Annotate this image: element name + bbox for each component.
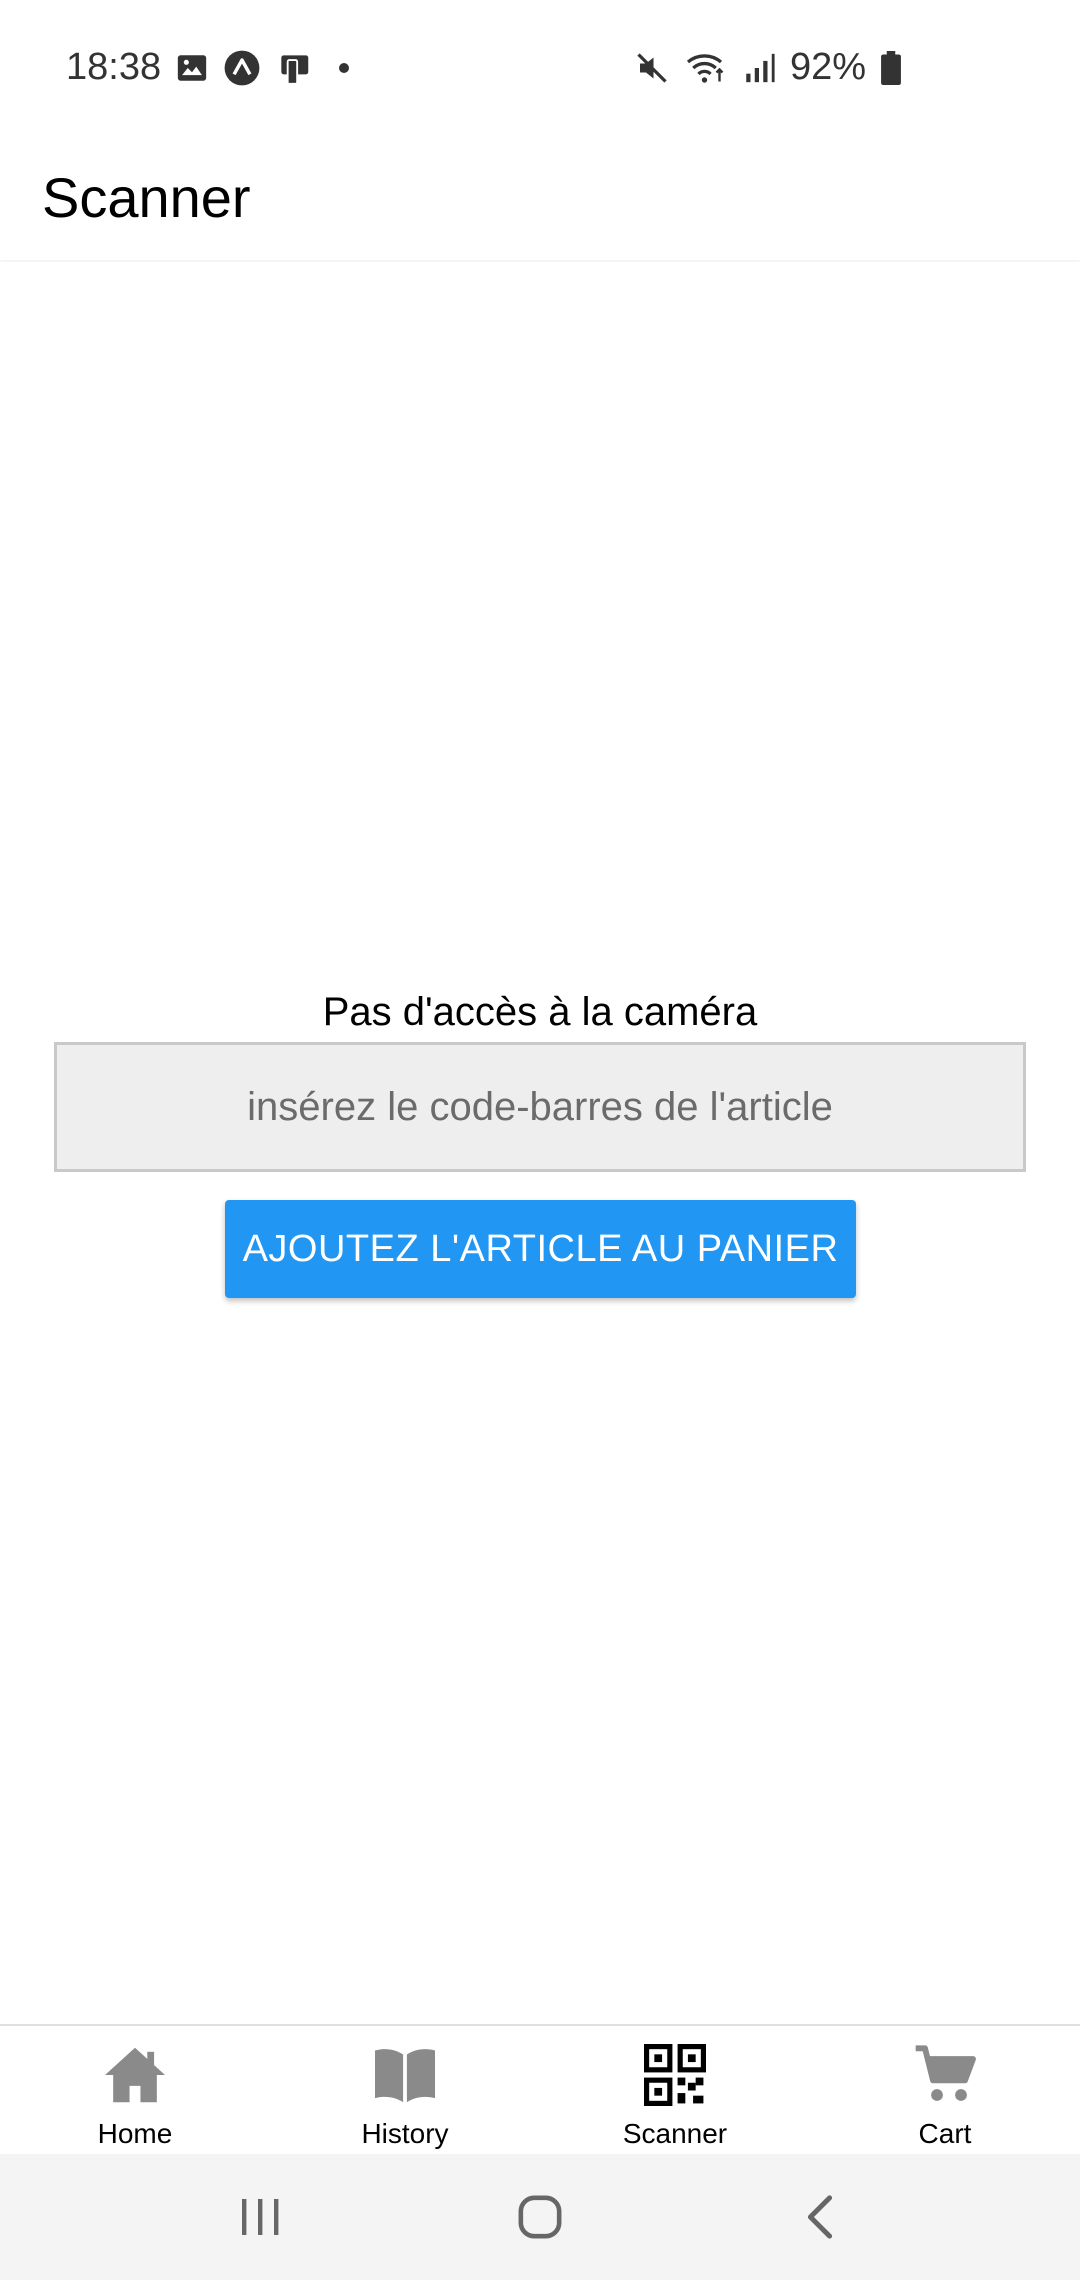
expo-icon	[223, 49, 261, 87]
tab-home[interactable]: Home	[0, 2026, 270, 2154]
add-to-cart-button[interactable]: AJOUTEZ L'ARTICLE AU PANIER	[225, 1200, 856, 1298]
camera-access-message: Pas d'accès à la caméra	[322, 990, 758, 1034]
battery-icon	[880, 50, 902, 85]
tab-label: History	[361, 2118, 449, 2149]
scanner-content: Pas d'accès à la caméra AJOUTEZ L'ARTICL…	[0, 262, 1080, 2024]
app-bar: Scanner	[0, 135, 1080, 260]
home-button[interactable]	[500, 2177, 580, 2257]
wifi-icon	[684, 50, 728, 86]
back-button[interactable]	[780, 2177, 860, 2257]
tab-label: Scanner	[622, 2118, 728, 2149]
status-bar-right: 92%	[634, 46, 902, 89]
recent-apps-button[interactable]	[220, 2177, 300, 2257]
cart-icon	[912, 2042, 978, 2108]
status-bar-left: 18:38	[66, 46, 350, 89]
qr-code-icon	[642, 2042, 708, 2108]
page-title: Scanner	[42, 166, 251, 229]
tab-label: Cart	[918, 2118, 972, 2149]
cast-icon	[275, 49, 313, 87]
tab-label: Home	[97, 2118, 173, 2149]
barcode-input[interactable]	[54, 1042, 1026, 1172]
tab-cart[interactable]: Cart	[810, 2026, 1080, 2154]
signal-icon	[742, 51, 776, 85]
mute-icon	[634, 50, 670, 86]
battery-percent: 92%	[789, 46, 866, 88]
home-icon	[102, 2042, 168, 2108]
system-nav-bar	[0, 2154, 1080, 2280]
notification-dot-icon	[339, 62, 350, 73]
book-icon	[372, 2042, 438, 2108]
bottom-tab-bar: Home History Scanner Cart	[0, 2024, 1080, 2154]
tab-scanner[interactable]: Scanner	[540, 2026, 810, 2154]
status-bar: 18:38 92%	[0, 0, 1080, 135]
gallery-icon	[175, 51, 209, 85]
tab-history[interactable]: History	[270, 2026, 540, 2154]
scanner-screen: 18:38 92% Scanner Pas d'accès à la camér…	[0, 0, 1080, 2280]
status-time: 18:38	[66, 46, 162, 88]
